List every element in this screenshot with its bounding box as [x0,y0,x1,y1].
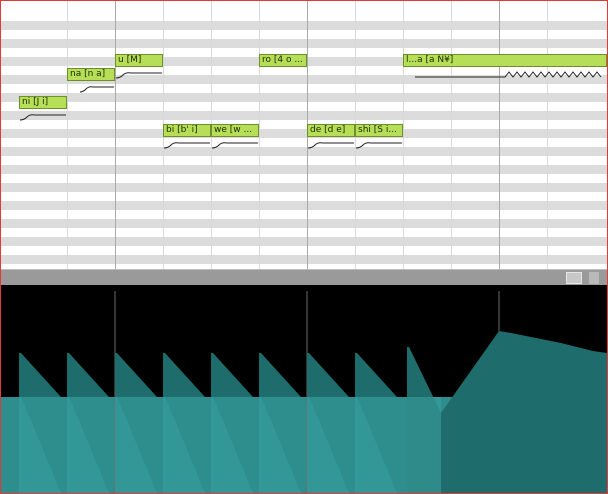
scroll-thumb-icon[interactable] [566,272,582,284]
piano-lane [1,237,607,246]
parameter-curve-graph[interactable] [1,291,607,493]
piano-lane [1,147,607,156]
note-block[interactable]: u [M] [115,54,163,67]
vibrato-curve-icon [415,71,602,78]
bar-line [115,1,116,269]
envelope-final-shade [407,397,441,493]
piano-lane [1,111,607,120]
portamento-curve-icon [19,114,66,121]
horizontal-scrollbar[interactable] [1,269,607,285]
note-block[interactable]: bi [b' i] [163,124,211,137]
note-block[interactable]: de [d e] [307,124,355,137]
beat-line [451,1,452,269]
portamento-curve-icon [355,142,402,149]
portamento-curve-icon [307,142,354,149]
bar-line [499,1,500,269]
beat-line [403,1,404,269]
note-block[interactable]: na [n a] [67,68,115,81]
piano-lane [1,129,607,138]
piano-lane [1,39,607,48]
piano-lane [1,183,607,192]
beat-line [67,1,68,269]
beat-line [547,1,548,269]
editor-window: ni [J i] na [n a] u [M] bi [b' i] we [w … [0,0,608,494]
note-block[interactable]: shi [S i... [355,124,403,137]
piano-lane [1,201,607,210]
note-block[interactable]: ro [4 o ... [259,54,307,67]
portamento-curve-icon [115,72,162,79]
portamento-curve-icon [163,142,210,149]
portamento-curve-icon [79,86,114,93]
piano-roll-grid[interactable]: ni [J i] na [n a] u [M] bi [b' i] we [w … [1,1,607,269]
scroll-end-cap [589,272,599,284]
piano-lane [1,21,607,30]
note-block[interactable]: l...a [a N¥] [403,54,607,67]
beat-line [259,1,260,269]
piano-lane [1,165,607,174]
note-block[interactable]: ni [J i] [19,96,67,109]
piano-lane [1,219,607,228]
piano-lane [1,255,607,264]
note-block[interactable]: we [w ... [211,124,259,137]
portamento-curve-icon [211,142,258,149]
